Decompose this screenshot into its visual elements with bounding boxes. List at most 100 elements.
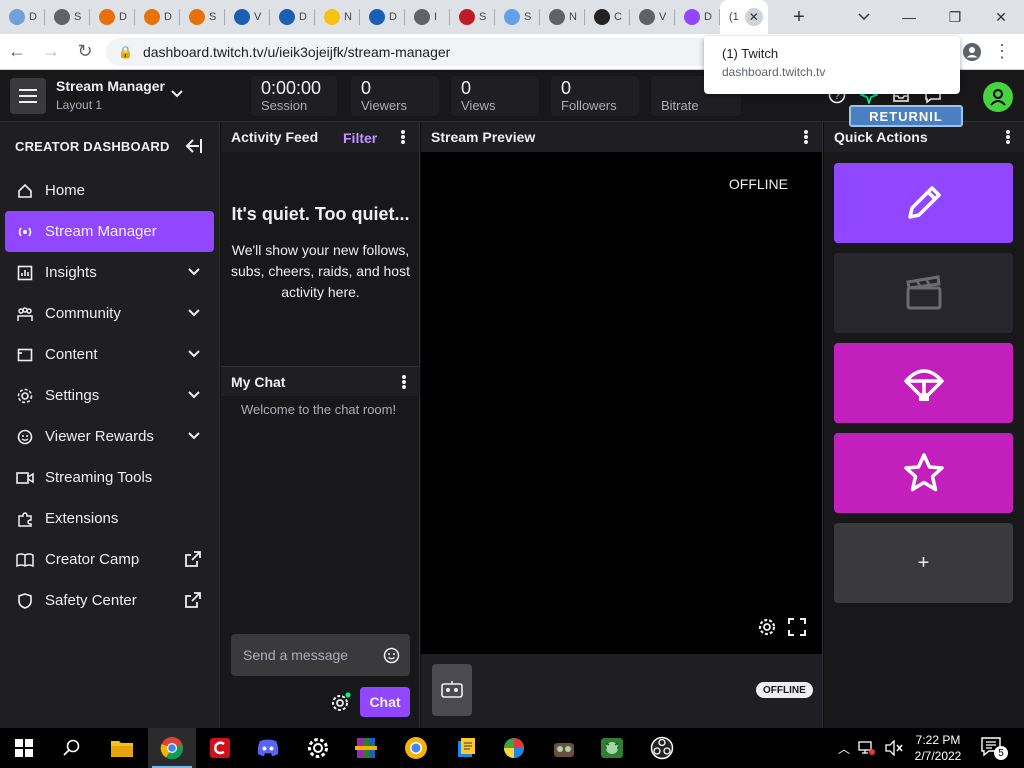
quick-action-add[interactable]: +	[834, 523, 1013, 603]
browser-tab[interactable]: V	[225, 0, 270, 34]
notepad-icon[interactable]	[442, 728, 490, 768]
search-icon[interactable]	[48, 728, 96, 768]
browser-tab[interactable]: D	[135, 0, 180, 34]
chevron-down-icon[interactable]	[187, 265, 201, 279]
browser-tab[interactable]: D	[675, 0, 720, 34]
chat-settings-gear-icon[interactable]	[331, 692, 351, 712]
stat-followers: 0 Followers	[551, 76, 639, 116]
emoji-icon[interactable]	[383, 647, 400, 664]
browser-tab[interactable]: D	[90, 0, 135, 34]
minimize-icon[interactable]: —	[886, 0, 932, 34]
profile-icon[interactable]	[955, 35, 989, 69]
new-tab-button[interactable]: +	[784, 0, 814, 34]
sidebar-item-viewer-rewards[interactable]: Viewer Rewards	[0, 416, 219, 457]
file-explorer-icon[interactable]	[98, 728, 146, 768]
sidebar-item-creator-camp[interactable]: Creator Camp	[0, 539, 219, 580]
chrome-taskbar-icon[interactable]	[148, 728, 196, 768]
sidebar-item-home[interactable]: Home	[0, 170, 219, 211]
winrar-icon[interactable]	[342, 728, 390, 768]
color-picker-icon[interactable]	[490, 728, 538, 768]
tab-title: S	[524, 11, 532, 23]
browser-tab[interactable]: S	[45, 0, 90, 34]
notification-popup[interactable]: (1) Twitch dashboard.twitch.tv	[704, 36, 960, 94]
filter-button[interactable]: Filter	[343, 130, 377, 146]
tab-favicon-icon	[324, 9, 340, 25]
more-options-icon[interactable]	[1006, 130, 1010, 144]
start-button[interactable]	[0, 728, 48, 768]
browser-tab[interactable]: D	[270, 0, 315, 34]
bug-app-icon[interactable]	[588, 728, 636, 768]
more-options-icon[interactable]	[402, 375, 406, 389]
tab-close-icon[interactable]: ✕	[744, 8, 763, 26]
maximize-icon[interactable]: ❐	[932, 0, 978, 34]
chat-send-button[interactable]: Chat	[360, 687, 410, 717]
offline-status-text: OFFLINE	[728, 176, 788, 192]
volume-muted-icon[interactable]	[884, 740, 904, 756]
browser-tab[interactable]: D	[0, 0, 45, 34]
browser-tab[interactable]: C	[585, 0, 630, 34]
sidebar-item-label: Extensions	[45, 510, 119, 527]
sidebar-heading: CREATOR DASHBOARD	[15, 138, 170, 154]
discord-icon[interactable]	[244, 728, 292, 768]
tab-title: C	[614, 11, 622, 23]
browser-tab-active[interactable]: (1 ✕	[720, 0, 768, 34]
tab-favicon-icon	[234, 9, 250, 25]
close-window-icon[interactable]: ✕	[978, 0, 1024, 34]
sidebar-item-streaming-tools[interactable]: Streaming Tools	[0, 457, 219, 498]
browser-tab[interactable]: S	[180, 0, 225, 34]
address-bar[interactable]: 🔒 dashboard.twitch.tv/u/ieik3ojeijfk/str…	[106, 37, 726, 66]
activity-feed-panel: Activity Feed Filter It's quiet. Too qui…	[221, 122, 420, 728]
chevron-down-icon[interactable]	[187, 429, 201, 443]
stream-thumbnail[interactable]	[432, 664, 472, 716]
browser-tab[interactable]: S	[450, 0, 495, 34]
browser-tab[interactable]: I	[405, 0, 450, 34]
user-avatar[interactable]	[983, 82, 1013, 112]
browser-tab[interactable]: N	[540, 0, 585, 34]
tab-search-icon[interactable]	[850, 0, 878, 34]
browser-tab[interactable]: N	[315, 0, 360, 34]
collapse-sidebar-icon[interactable]	[185, 139, 203, 153]
forward-icon[interactable]: →	[34, 35, 68, 69]
sidebar-item-stream-manager[interactable]: Stream Manager	[5, 211, 214, 252]
quick-action-edit-stream-info[interactable]	[834, 163, 1013, 243]
video-player[interactable]: OFFLINE	[421, 152, 822, 654]
hamburger-menu-button[interactable]	[10, 78, 46, 114]
notification-center-icon[interactable]: 5	[980, 736, 1008, 760]
game-icon[interactable]	[540, 728, 588, 768]
fullscreen-icon[interactable]	[788, 618, 806, 636]
chevron-down-icon[interactable]	[187, 347, 201, 361]
sidebar-item-extensions[interactable]: Extensions	[0, 498, 219, 539]
chat-message-input[interactable]: Send a message	[231, 634, 410, 676]
external-link-icon[interactable]	[185, 551, 201, 567]
quick-action-feature[interactable]	[834, 433, 1013, 513]
quick-action-raid[interactable]	[834, 343, 1013, 423]
obs-icon[interactable]	[638, 728, 686, 768]
sidebar-item-insights[interactable]: Insights	[0, 252, 219, 293]
more-options-icon[interactable]	[804, 130, 808, 144]
network-icon[interactable]	[858, 740, 876, 756]
chrome-canary-icon[interactable]	[392, 728, 440, 768]
sidebar-item-content[interactable]: Content	[0, 334, 219, 375]
chevron-down-icon[interactable]	[187, 388, 201, 402]
player-settings-gear-icon[interactable]	[758, 618, 776, 636]
clock-date: 2/7/2022	[914, 749, 962, 763]
sidebar-item-community[interactable]: Community	[0, 293, 219, 334]
star-icon	[903, 453, 944, 492]
layout-chevron-down-icon[interactable]	[170, 84, 184, 109]
system-clock[interactable]: 7:22 PM 2/7/2022	[906, 732, 970, 764]
browser-menu-icon[interactable]: ⋮	[985, 35, 1019, 69]
sidebar-item-settings[interactable]: Settings	[0, 375, 219, 416]
reload-icon[interactable]: ↻	[68, 35, 102, 69]
sidebar-item-safety-center[interactable]: Safety Center	[0, 580, 219, 621]
chevron-up-icon[interactable]: ︿	[838, 740, 850, 757]
browser-tab[interactable]: S	[495, 0, 540, 34]
back-icon[interactable]: ←	[0, 35, 34, 69]
browser-tab[interactable]: D	[360, 0, 405, 34]
ccleaner-icon[interactable]	[196, 728, 244, 768]
browser-tab[interactable]: V	[630, 0, 675, 34]
external-link-icon[interactable]	[185, 592, 201, 608]
quick-action-clip[interactable]	[834, 253, 1013, 333]
more-options-icon[interactable]	[401, 130, 405, 144]
chevron-down-icon[interactable]	[187, 306, 201, 320]
settings-taskbar-icon[interactable]	[294, 728, 342, 768]
